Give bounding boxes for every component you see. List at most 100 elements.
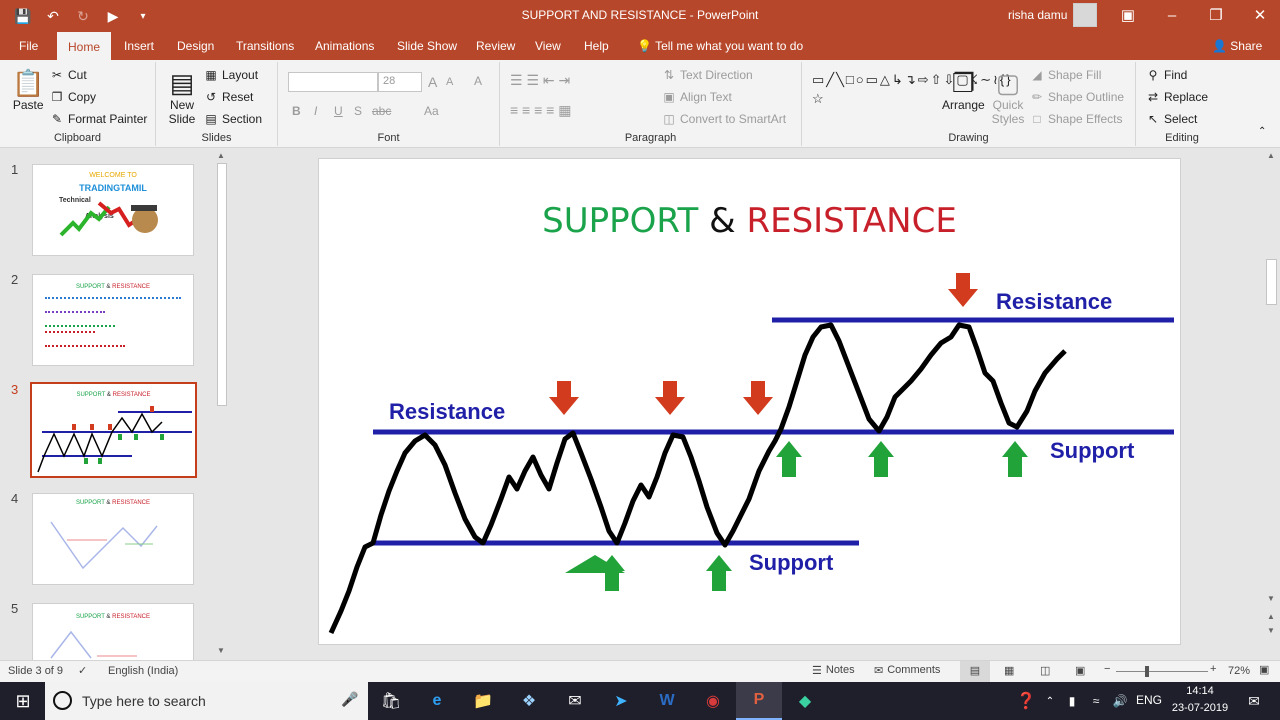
- scroll-down-icon[interactable]: ▼: [217, 646, 225, 655]
- italic-icon[interactable]: I: [314, 104, 317, 118]
- wifi-icon[interactable]: ≈: [1084, 682, 1108, 720]
- slide-thumbnail-3[interactable]: SUPPORT & RESISTANCE: [30, 382, 197, 478]
- next-slide-icon[interactable]: ▼: [1267, 626, 1275, 635]
- text-direction-button[interactable]: ⇅ Text Direction: [662, 68, 753, 82]
- new-slide-button[interactable]: ▤ New Slide: [164, 68, 200, 126]
- zoom-in-icon[interactable]: +: [1210, 663, 1216, 675]
- zoom-slider-thumb[interactable]: [1145, 666, 1149, 677]
- reading-view-icon[interactable]: ◫: [1040, 664, 1050, 677]
- support-resistance-diagram[interactable]: Resistance Support Resistance Support: [319, 159, 1182, 646]
- minimize-icon[interactable]: –: [1152, 0, 1192, 30]
- tab-insert[interactable]: Insert: [113, 32, 165, 60]
- tab-slide-show[interactable]: Slide Show: [386, 32, 468, 60]
- zoom-out-icon[interactable]: −: [1104, 663, 1110, 675]
- quick-styles-button[interactable]: ▢ Quick Styles: [990, 68, 1026, 126]
- copy-button[interactable]: ❐ Copy: [50, 90, 96, 104]
- format-painter-button[interactable]: ✎ Format Painter: [50, 112, 147, 126]
- language-indicator[interactable]: ENG: [1136, 693, 1162, 707]
- close-icon[interactable]: ✕: [1240, 0, 1280, 30]
- scroll-down-icon[interactable]: ▼: [1267, 594, 1275, 603]
- slide-thumbnail-1[interactable]: WELCOME TO TRADINGTAMIL Technical Analys…: [32, 164, 194, 256]
- bullets-icon[interactable]: ☰ ☰ ⇤ ⇥: [510, 72, 570, 89]
- tab-home[interactable]: Home: [57, 32, 112, 60]
- change-case-icon[interactable]: Aa: [424, 104, 439, 118]
- app-icon[interactable]: ➤: [598, 682, 644, 720]
- restore-icon[interactable]: ❐: [1196, 0, 1236, 30]
- notes-button[interactable]: ☰ Notes: [812, 664, 855, 677]
- browser-icon[interactable]: ◉: [690, 682, 736, 720]
- ribbon-display-options-icon[interactable]: ▣: [1108, 0, 1148, 30]
- clock-time[interactable]: 14:14: [1168, 685, 1232, 697]
- align-icons[interactable]: ≡ ≡ ≡ ≡ ▦: [510, 102, 571, 119]
- spellcheck-icon[interactable]: ✓: [78, 664, 87, 677]
- reset-button[interactable]: ↺ Reset: [204, 90, 253, 104]
- slide-thumbnail-2[interactable]: SUPPORT & RESISTANCE: [32, 274, 194, 366]
- cut-button[interactable]: ✂ Cut: [50, 68, 87, 82]
- shape-effects-button[interactable]: □ Shape Effects: [1030, 112, 1122, 126]
- scroll-thumb[interactable]: [1266, 259, 1277, 305]
- comments-button[interactable]: ✉ Comments: [874, 664, 940, 677]
- avatar[interactable]: [1073, 3, 1097, 27]
- font-name-combo[interactable]: [288, 72, 378, 92]
- zoom-slider[interactable]: [1116, 671, 1208, 672]
- select-button[interactable]: ↖ Select: [1146, 112, 1197, 126]
- bold-icon[interactable]: B: [292, 104, 301, 118]
- align-text-button[interactable]: ▣ Align Text: [662, 90, 731, 104]
- volume-icon[interactable]: 🔊: [1108, 682, 1132, 720]
- scroll-up-icon[interactable]: ▲: [217, 151, 225, 160]
- windows-start-icon[interactable]: ⊞: [0, 682, 46, 720]
- find-button[interactable]: ⚲ Find: [1146, 68, 1188, 82]
- zoom-level[interactable]: 72%: [1228, 665, 1250, 677]
- font-size-combo[interactable]: 28: [378, 72, 422, 92]
- word-icon[interactable]: W: [644, 682, 690, 720]
- scroll-up-icon[interactable]: ▲: [1267, 151, 1275, 160]
- tab-review[interactable]: Review: [465, 32, 526, 60]
- tab-file[interactable]: File: [8, 32, 49, 60]
- mail-icon[interactable]: ✉: [552, 682, 598, 720]
- section-button[interactable]: ▤ Section: [204, 112, 262, 126]
- edge-icon[interactable]: e: [414, 682, 460, 720]
- shape-fill-button[interactable]: ◢ Shape Fill: [1030, 68, 1101, 82]
- battery-icon[interactable]: ▮: [1060, 682, 1084, 720]
- slide-thumbnail-4[interactable]: SUPPORT & RESISTANCE: [32, 493, 194, 585]
- collapse-ribbon-icon[interactable]: ⌃: [1258, 126, 1266, 137]
- taskbar-search[interactable]: Type here to search 🎤: [45, 682, 368, 720]
- shadow-icon[interactable]: S: [354, 104, 362, 118]
- shape-outline-button[interactable]: ✏ Shape Outline: [1030, 90, 1124, 104]
- app-icon[interactable]: ◆: [782, 682, 828, 720]
- tab-view[interactable]: View: [524, 32, 572, 60]
- normal-view-icon[interactable]: ▤: [960, 661, 990, 682]
- replace-button[interactable]: ⇄ Replace: [1146, 90, 1208, 104]
- tab-animations[interactable]: Animations: [304, 32, 385, 60]
- tab-transitions[interactable]: Transitions: [225, 32, 305, 60]
- slide-canvas[interactable]: SUPPORT & RESISTANCE Resistance Support …: [318, 158, 1181, 645]
- underline-icon[interactable]: U: [334, 104, 343, 118]
- slide-thumbnail-5[interactable]: SUPPORT & RESISTANCE: [32, 603, 194, 660]
- slideshow-icon[interactable]: ▣: [1075, 664, 1085, 677]
- clear-formatting-icon[interactable]: A: [474, 74, 482, 88]
- tab-design[interactable]: Design: [166, 32, 225, 60]
- microphone-icon[interactable]: 🎤: [341, 691, 358, 708]
- slide-sorter-icon[interactable]: ▦: [1004, 664, 1014, 677]
- dropbox-icon[interactable]: ❖: [506, 682, 552, 720]
- powerpoint-icon[interactable]: P: [736, 682, 782, 720]
- notifications-icon[interactable]: ✉: [1236, 682, 1272, 720]
- share-button[interactable]: 👤 Share: [1201, 32, 1273, 60]
- editor-scrollbar[interactable]: ▲ ▼ ▲ ▼: [1264, 149, 1280, 660]
- arrange-button[interactable]: ❐ Arrange: [942, 68, 985, 112]
- thumbnail-scrollbar[interactable]: ▲ ▼: [214, 149, 230, 660]
- previous-slide-icon[interactable]: ▲: [1267, 612, 1275, 621]
- layout-button[interactable]: ▦ Layout: [204, 68, 258, 82]
- decrease-font-size-icon[interactable]: A: [446, 76, 453, 88]
- fit-to-window-icon[interactable]: ▣: [1259, 663, 1269, 676]
- chevron-up-icon[interactable]: ⌃: [1040, 682, 1060, 720]
- scroll-thumb[interactable]: [217, 163, 227, 406]
- tab-help[interactable]: Help: [573, 32, 620, 60]
- store-icon[interactable]: 🛍: [368, 682, 414, 720]
- user-name[interactable]: risha damu: [1008, 8, 1067, 22]
- tell-me-search[interactable]: 💡 Tell me what you want to do: [626, 32, 814, 60]
- language-status[interactable]: English (India): [108, 665, 178, 677]
- paste-button[interactable]: 📋 Paste: [12, 68, 44, 112]
- increase-font-size-icon[interactable]: A: [428, 74, 437, 90]
- strikethrough-icon[interactable]: abc: [372, 104, 391, 118]
